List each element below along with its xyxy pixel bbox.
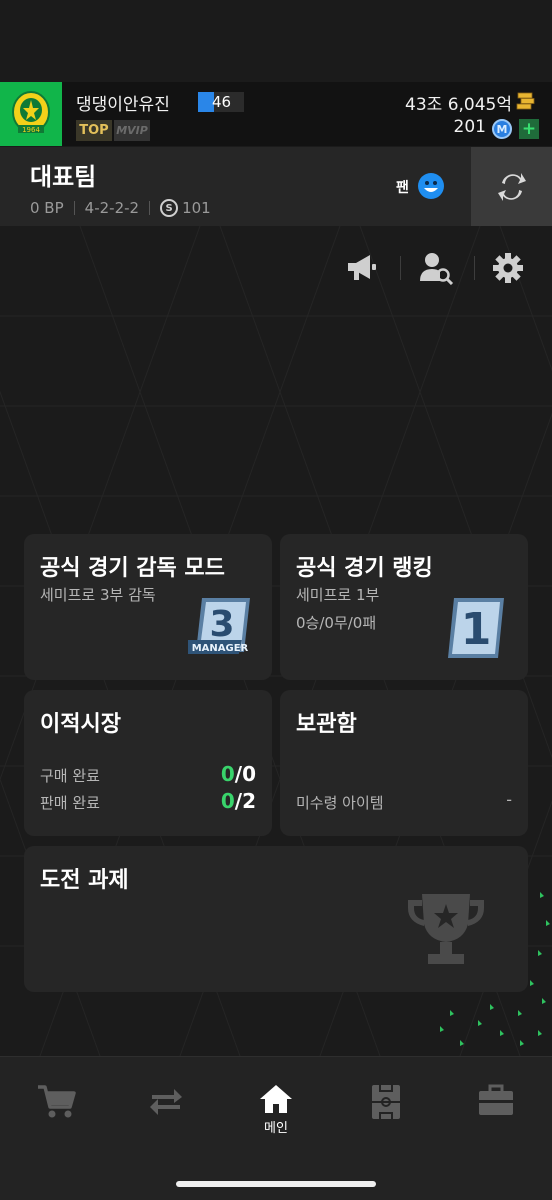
- home-icon: [260, 1085, 292, 1113]
- card-title: 이적시장: [40, 712, 121, 737]
- sell-done-count: 0: [220, 789, 235, 813]
- swap-team-icon: [497, 172, 526, 201]
- svg-text:3: 3: [209, 604, 234, 645]
- manager-mode-card[interactable]: 공식 경기 감독 모드 세미프로 3부 감독 3 MANAGER: [24, 534, 272, 680]
- card-title: 공식 경기 랭킹: [296, 556, 433, 581]
- team-stats: 0 BP 4-2-2-2 S 101: [30, 199, 211, 217]
- team-title: 대표팀: [30, 163, 97, 191]
- add-currency-button[interactable]: +: [519, 119, 539, 139]
- utility-icon-row: [0, 250, 552, 286]
- s-score-icon: S: [160, 199, 179, 217]
- trophy-icon: [408, 894, 484, 964]
- sell-total-count: /2: [234, 789, 256, 813]
- challenges-card[interactable]: 도전 과제: [24, 846, 528, 992]
- sell-complete-label: 판매 완료: [40, 794, 100, 812]
- sell-complete-value: 0/2: [221, 789, 256, 813]
- divider: [149, 201, 151, 215]
- nav-transfer[interactable]: [136, 1083, 196, 1143]
- level-indicator: 46: [198, 92, 244, 112]
- card-subtitle: 세미프로 1부: [296, 586, 380, 604]
- nav-squad[interactable]: [356, 1083, 416, 1143]
- m-coin-icon: M: [492, 119, 512, 139]
- top-badge: TOP: [76, 120, 112, 141]
- nav-home-label: 메인: [264, 1121, 288, 1136]
- mvip-badge: MVIP: [114, 120, 150, 141]
- fan-label[interactable]: 팬: [396, 177, 409, 197]
- card-subtitle: 세미프로 3부 감독: [40, 586, 156, 604]
- card-title: 공식 경기 감독 모드: [40, 556, 225, 581]
- svg-text:MANAGER: MANAGER: [192, 643, 249, 654]
- card-title: 도전 과제: [40, 868, 129, 893]
- ranking-card[interactable]: 공식 경기 랭킹 세미프로 1부 0승/0무/0패 1: [280, 534, 528, 680]
- team-formation: 4-2-2-2: [84, 199, 140, 217]
- team-score: 101: [182, 199, 211, 217]
- nav-home[interactable]: 메인: [246, 1083, 306, 1143]
- nav-shop[interactable]: [26, 1083, 86, 1143]
- ranking-record: 0승/0무/0패: [296, 614, 377, 632]
- unclaimed-items-value: -: [506, 790, 512, 809]
- swap-team-button[interactable]: [471, 147, 552, 226]
- gold-amount: 43조 6,045억: [405, 95, 512, 115]
- divider: [474, 256, 475, 280]
- divider: [73, 201, 75, 215]
- svg-text:1: 1: [461, 604, 492, 655]
- megaphone-icon[interactable]: [345, 250, 381, 286]
- gold-bars-icon: [516, 92, 535, 110]
- nav-storage[interactable]: [466, 1083, 526, 1143]
- buy-total-count: /0: [234, 762, 256, 786]
- card-title: 보관함: [296, 712, 357, 737]
- user-search-icon[interactable]: [418, 250, 454, 286]
- team-bar[interactable]: 대표팀 0 BP 4-2-2-2 S 101 팬: [0, 147, 552, 226]
- manager-rank-emblem-icon: 3 MANAGER: [188, 598, 250, 654]
- pitch-icon: [372, 1085, 400, 1119]
- level-number: 46: [212, 93, 232, 111]
- m-currency-amount: 201: [453, 117, 486, 137]
- ranking-rank-emblem-icon: 1: [448, 598, 504, 658]
- buy-complete-label: 구매 완료: [40, 767, 100, 785]
- home-indicator[interactable]: [176, 1181, 376, 1187]
- unclaimed-items-label: 미수령 아이템: [296, 794, 384, 812]
- buy-done-count: 0: [220, 762, 235, 786]
- bottom-navigation: 메인: [0, 1056, 552, 1200]
- club-crest-icon[interactable]: 1964: [0, 82, 62, 146]
- buy-complete-value: 0/0: [221, 762, 256, 786]
- profile-bar: 1964 댕댕이안유진 46 TOP MVIP 43조 6,045억 201 M…: [0, 82, 552, 146]
- cart-icon: [38, 1085, 76, 1118]
- svg-text:1964: 1964: [22, 126, 40, 134]
- transfer-arrows-icon: [150, 1089, 182, 1115]
- player-nickname: 댕댕이안유진: [76, 95, 170, 115]
- smiley-face-icon[interactable]: [417, 172, 445, 200]
- divider: [400, 256, 401, 280]
- storage-card[interactable]: 보관함 미수령 아이템 -: [280, 690, 528, 836]
- briefcase-icon: [479, 1084, 513, 1115]
- gear-icon[interactable]: [490, 250, 526, 286]
- team-bp: 0 BP: [30, 199, 64, 217]
- transfer-market-card[interactable]: 이적시장 구매 완료 0/0 판매 완료 0/2: [24, 690, 272, 836]
